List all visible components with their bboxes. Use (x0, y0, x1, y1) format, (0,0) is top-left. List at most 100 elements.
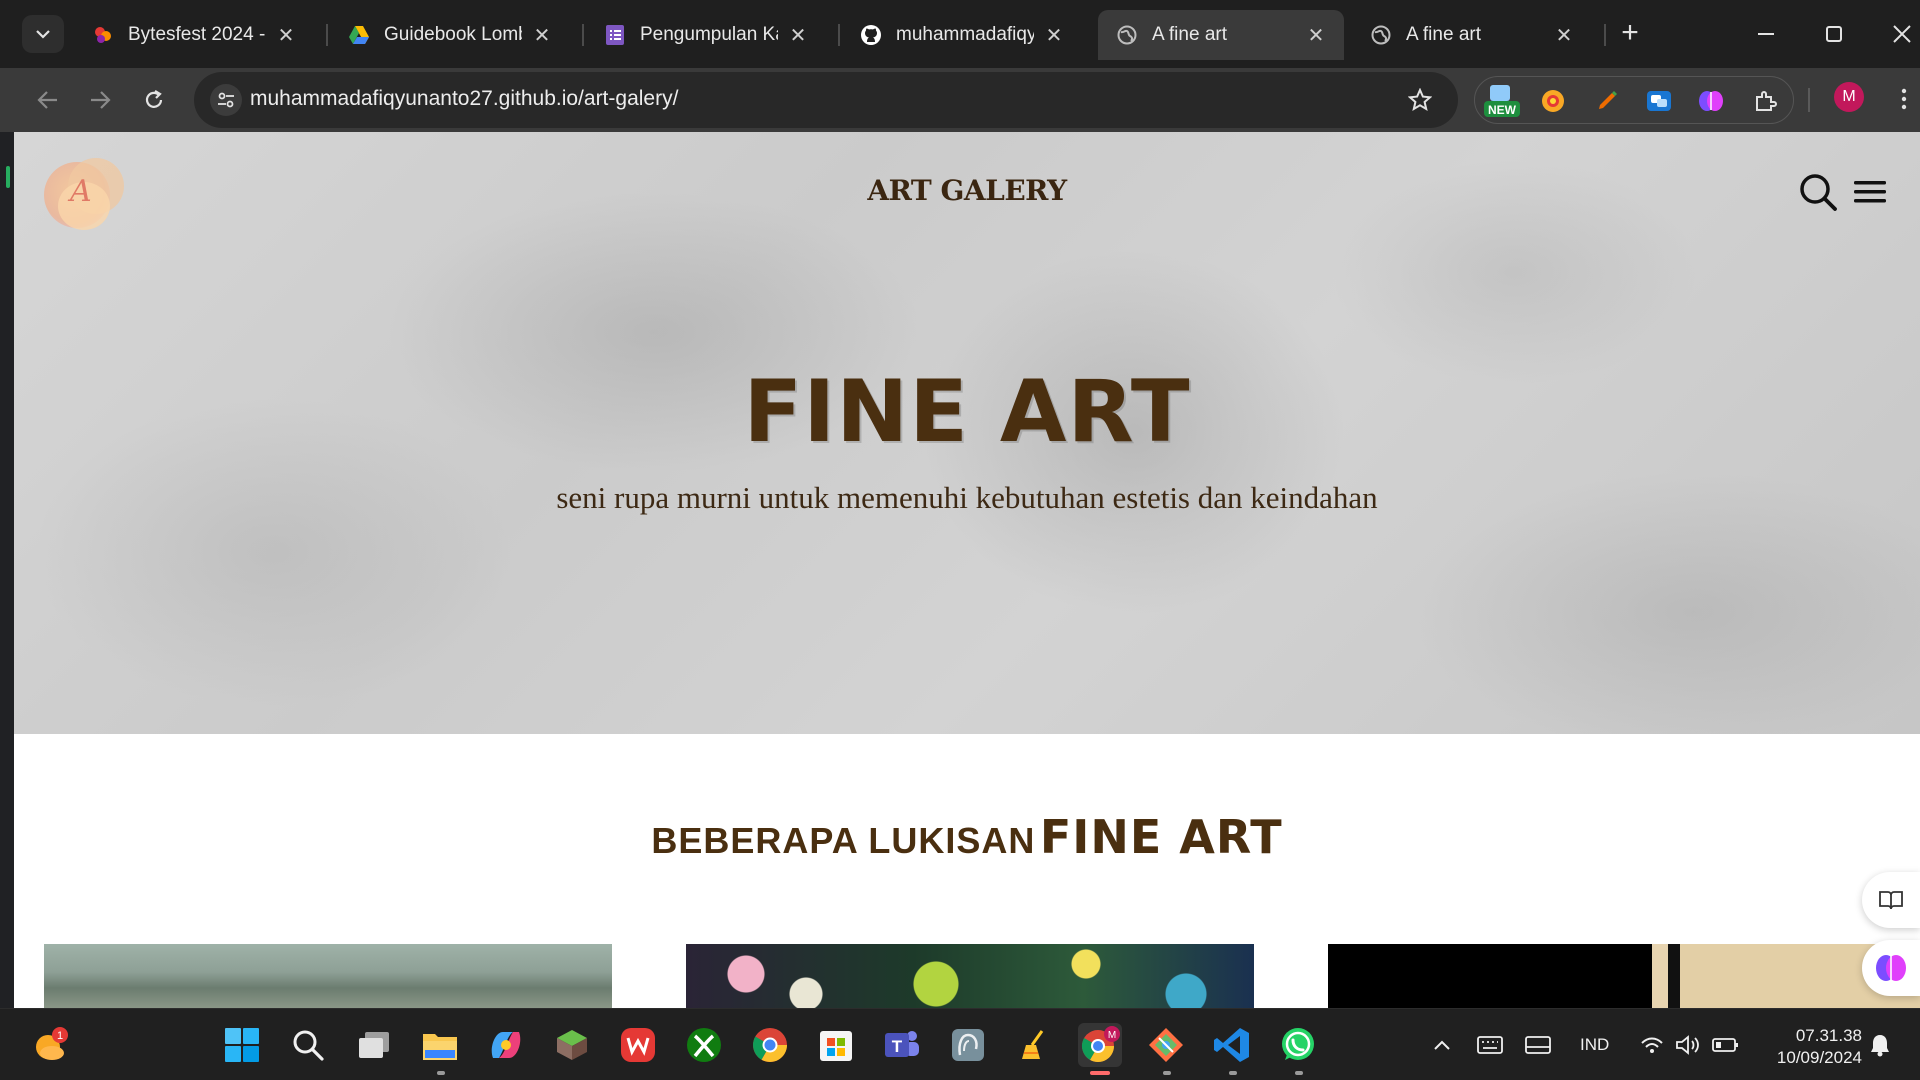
brain-icon (1699, 91, 1723, 111)
profile-avatar[interactable]: M (1834, 82, 1864, 112)
address-bar[interactable]: muhammadafiqyunanto27.github.io/art-gale… (194, 72, 1458, 128)
github-icon (860, 24, 882, 46)
whatsapp-button[interactable] (1276, 1023, 1320, 1067)
tab-guidebook[interactable]: Guidebook Lomba ✕ (330, 10, 570, 60)
extension-pen-button[interactable] (1589, 83, 1625, 119)
teams-button[interactable]: T (880, 1023, 924, 1067)
extensions-menu-button[interactable] (1747, 83, 1783, 119)
hero-section: A ART GALERY FINE ART seni rupa murni un… (14, 132, 1920, 734)
vscode-button[interactable] (1210, 1023, 1254, 1067)
ai-assistant-button[interactable] (1862, 940, 1920, 996)
copilot-button[interactable] (484, 1023, 528, 1067)
maximize-icon (1826, 26, 1842, 42)
chrome-icon: M (1081, 1026, 1120, 1063)
book-icon (1879, 891, 1903, 910)
show-hidden-icons-button[interactable] (1420, 1023, 1464, 1067)
close-icon[interactable]: ✕ (1042, 23, 1066, 47)
minimize-button[interactable] (1746, 18, 1786, 50)
notifications-button[interactable] (1858, 1023, 1902, 1067)
weather-widget[interactable]: 1 (28, 1023, 72, 1067)
maximize-button[interactable] (1814, 18, 1854, 50)
close-icon[interactable]: ✕ (274, 23, 298, 47)
photos-button[interactable] (946, 1023, 990, 1067)
close-icon[interactable]: ✕ (786, 23, 810, 47)
reading-mode-button[interactable] (1862, 872, 1920, 928)
extension-new-button[interactable]: NEW (1481, 83, 1523, 119)
tab-fine-art-active[interactable]: A fine art ✕ (1098, 10, 1344, 60)
microsoft-store-button[interactable] (814, 1023, 858, 1067)
battery-button[interactable] (1704, 1023, 1748, 1067)
tab-bytesfest[interactable]: Bytesfest 2024 - Bu ✕ (74, 10, 314, 60)
chevron-up-icon (1434, 1040, 1450, 1050)
menu-button[interactable] (1852, 172, 1892, 212)
chevron-down-icon (36, 30, 50, 39)
globe-icon (1116, 24, 1138, 46)
close-icon[interactable]: ✕ (530, 23, 554, 47)
tab-pengumpulan[interactable]: Pengumpulan Kary ✕ (586, 10, 826, 60)
touch-keyboard-button[interactable] (1468, 1023, 1512, 1067)
bookmark-star-button[interactable] (1404, 84, 1436, 116)
wps-office-button[interactable] (616, 1023, 660, 1067)
tab-separator (838, 24, 840, 46)
arrow-right-icon (91, 91, 111, 109)
search-icon (1800, 174, 1837, 211)
painting-card-third[interactable] (1328, 944, 1920, 1008)
browser-menu-button[interactable] (1894, 84, 1914, 114)
search-button[interactable] (1798, 172, 1838, 212)
xbox-button[interactable] (682, 1023, 726, 1067)
close-window-button[interactable] (1882, 18, 1920, 50)
more-vertical-icon (1901, 88, 1907, 110)
tab-title: A fine art (1406, 24, 1481, 45)
translate-icon (1647, 91, 1671, 111)
cleaner-app-button[interactable] (1012, 1023, 1056, 1067)
git-icon (1149, 1028, 1183, 1062)
hamburger-icon (1854, 181, 1886, 203)
extension-brain-button[interactable] (1693, 83, 1729, 119)
painting-card-abstract[interactable] (686, 944, 1254, 1008)
chrome-profile-button[interactable]: M (1078, 1023, 1122, 1067)
task-view-button[interactable] (352, 1023, 396, 1067)
tab-title: Pengumpulan Kary (640, 24, 778, 45)
tab-fine-art[interactable]: A fine art ✕ (1352, 10, 1592, 60)
palette-icon (1542, 90, 1564, 112)
reload-icon (145, 90, 163, 108)
extension-translate-button[interactable] (1641, 83, 1677, 119)
close-icon[interactable]: ✕ (1304, 23, 1328, 47)
extensions-group: NEW (1474, 76, 1794, 124)
web-page: A ART GALERY FINE ART seni rupa murni un… (14, 132, 1920, 1008)
running-indicator (1163, 1071, 1171, 1075)
tab-github[interactable]: muhammadafiqyun ✕ (842, 10, 1082, 60)
chrome-button[interactable] (748, 1023, 792, 1067)
speaker-icon (1676, 1035, 1699, 1055)
minimize-icon (1758, 33, 1774, 35)
system-clock[interactable]: 07.31.38 10/09/2024 (1752, 1025, 1862, 1069)
search-icon (293, 1030, 324, 1061)
file-explorer-button[interactable] (418, 1023, 462, 1067)
side-edge (0, 132, 14, 1008)
extension-color-button[interactable] (1535, 83, 1571, 119)
minecraft-button[interactable] (550, 1023, 594, 1067)
taskbar-search-button[interactable] (286, 1023, 330, 1067)
git-client-button[interactable] (1144, 1023, 1188, 1067)
keyboard-icon (1477, 1036, 1503, 1054)
focus-marker (6, 166, 10, 188)
back-button[interactable] (28, 80, 68, 120)
painting-card-landscape[interactable] (44, 944, 612, 1008)
new-tab-button[interactable]: + (1614, 18, 1646, 50)
windows-start-icon (225, 1028, 259, 1062)
site-info-icon[interactable] (210, 84, 242, 116)
input-language[interactable]: IND (1580, 1035, 1609, 1055)
forward-button[interactable] (80, 80, 120, 120)
store-icon (820, 1031, 852, 1061)
start-button[interactable] (220, 1023, 264, 1067)
hero-title: FINE ART (743, 362, 1191, 462)
chrome-icon (753, 1028, 787, 1062)
windows-taskbar: 1 T M IND 07.31.38 10/09/2024 (0, 1008, 1920, 1080)
display-button[interactable] (1516, 1023, 1560, 1067)
screen: Bytesfest 2024 - Bu ✕ Guidebook Lomba ✕ … (0, 0, 1920, 1080)
close-icon[interactable]: ✕ (1552, 23, 1576, 47)
running-indicator (437, 1071, 445, 1075)
site-title: ART GALERY (867, 174, 1067, 207)
reload-button[interactable] (134, 80, 174, 120)
tab-search-button[interactable] (22, 15, 64, 53)
